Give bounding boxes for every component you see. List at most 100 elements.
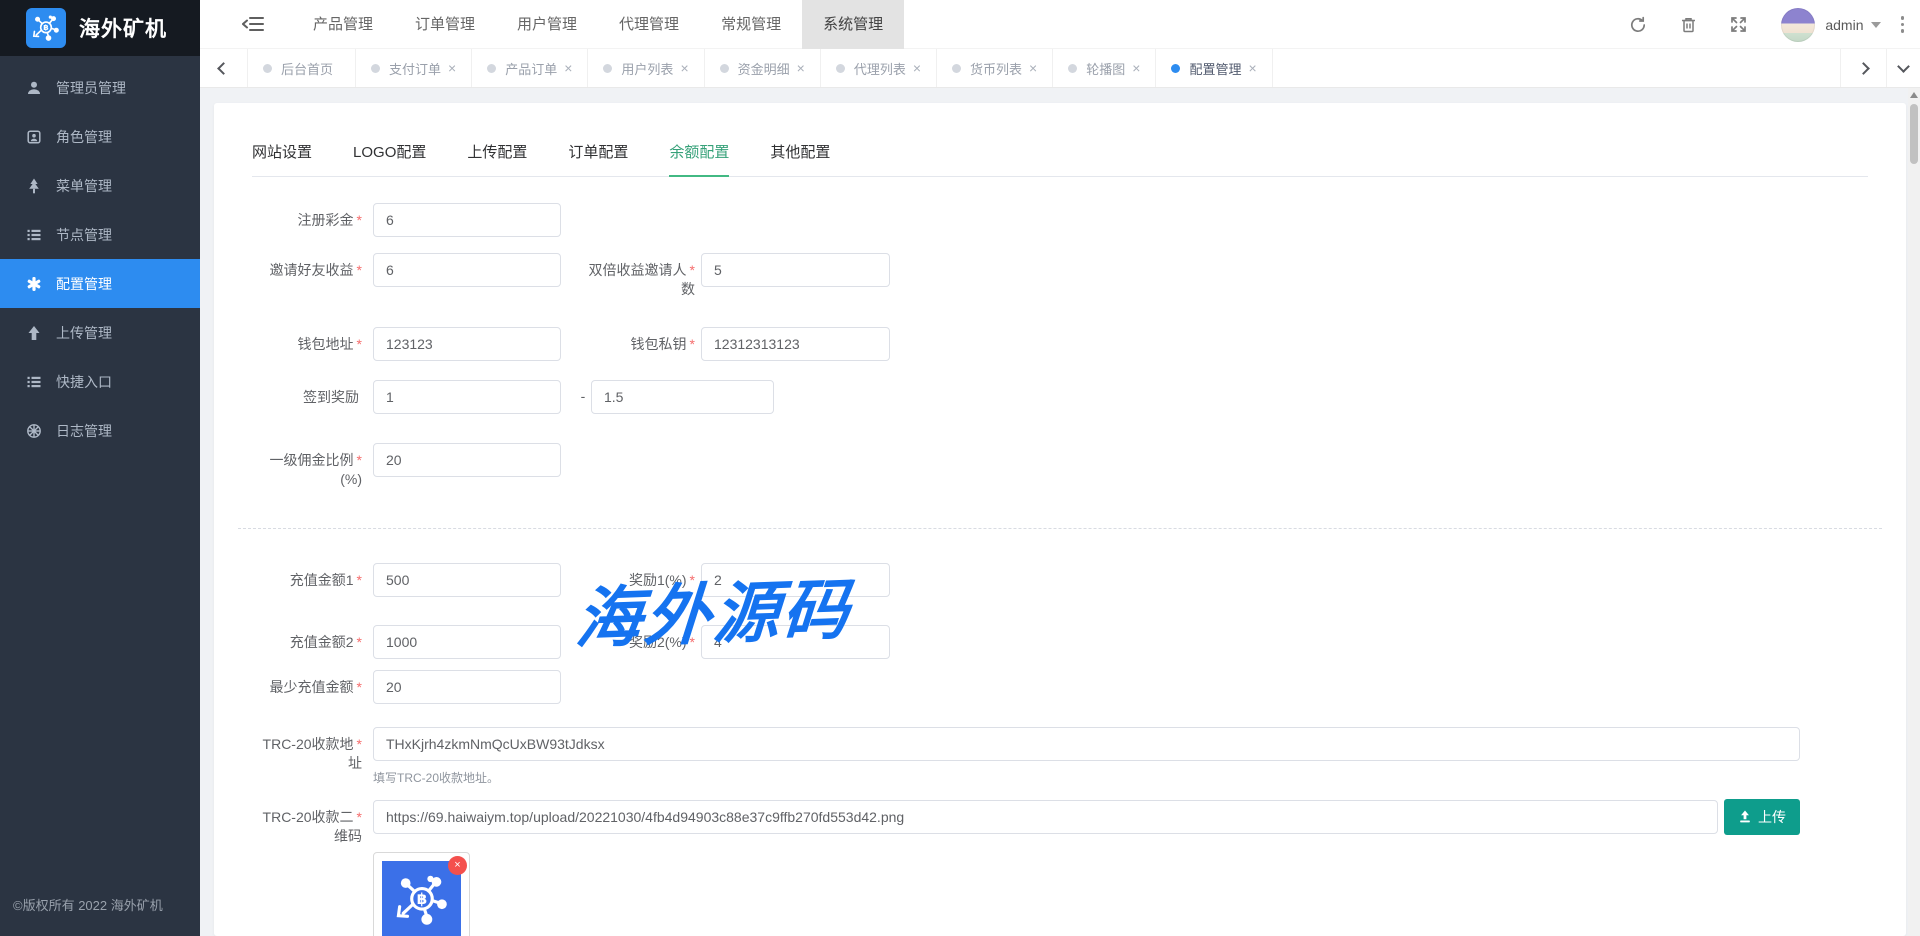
sidebar-menu: 管理员管理 角色管理 菜单管理 节点管理 [0, 56, 200, 455]
logo[interactable]: 海外矿机 [0, 0, 200, 56]
more-options-icon[interactable] [1901, 16, 1905, 33]
register-bonus-input[interactable] [373, 203, 561, 237]
reward-1-input[interactable] [701, 563, 890, 597]
close-icon[interactable]: × [448, 61, 456, 75]
double-earnings-invitees-input[interactable] [701, 253, 890, 287]
sidebar-item-log-manage[interactable]: 日志管理 [0, 406, 200, 455]
menu-fold-icon[interactable] [242, 14, 264, 34]
sidebar-item-quick-entry[interactable]: 快捷入口 [0, 357, 200, 406]
sidebar-item-admin-manage[interactable]: 管理员管理 [0, 63, 200, 112]
web-globe-icon [25, 422, 42, 439]
config-tabs: 网站设置 LOGO配置 上传配置 订单配置 余额配置 其他配置 [252, 130, 1868, 177]
remove-image-icon[interactable]: × [448, 856, 467, 875]
invite-earnings-input[interactable] [373, 253, 561, 287]
tab-agent-list[interactable]: 代理列表 × [821, 49, 937, 87]
top-navbar: 产品管理 订单管理 用户管理 代理管理 常规管理 系统管理 admin [200, 0, 1920, 49]
sidebar-item-upload-manage[interactable]: 上传管理 [0, 308, 200, 357]
tab-currency-list[interactable]: 货币列表 × [937, 49, 1053, 87]
tab-config-manage[interactable]: 配置管理 × [1156, 49, 1272, 87]
sidebar-item-node-manage[interactable]: 节点管理 [0, 210, 200, 259]
tab-pay-orders[interactable]: 支付订单 × [356, 49, 472, 87]
qr-image-thumbnail[interactable]: × [373, 852, 470, 936]
close-icon[interactable]: × [1132, 61, 1140, 75]
sidebar-item-label: 快捷入口 [56, 372, 112, 392]
tab-dot [487, 64, 496, 73]
recharge-amount-2-input[interactable] [373, 625, 561, 659]
range-dash: - [573, 388, 593, 404]
commission-rate-input[interactable] [373, 443, 561, 477]
tabs-scroll-right-icon[interactable] [1840, 49, 1886, 87]
top-menu: 产品管理 订单管理 用户管理 代理管理 常规管理 系统管理 [292, 0, 904, 49]
tab-dot [952, 64, 961, 73]
tab-carousel[interactable]: 轮播图 × [1053, 49, 1156, 87]
tabs-menu-icon[interactable] [1886, 49, 1920, 87]
top-menu-general[interactable]: 常规管理 [700, 0, 802, 49]
close-icon[interactable]: × [564, 61, 572, 75]
min-recharge-amount-input[interactable] [373, 670, 561, 704]
close-icon[interactable]: × [1248, 61, 1256, 75]
close-icon[interactable]: × [913, 61, 921, 75]
tab-dot [1171, 64, 1180, 73]
arrow-up-icon [25, 324, 42, 341]
field-label: 注册彩金* [250, 203, 362, 230]
close-icon[interactable]: × [1029, 61, 1037, 75]
tab-other-config[interactable]: 其他配置 [770, 130, 830, 177]
scrollbar[interactable] [1908, 88, 1920, 936]
user-avatar[interactable] [1781, 8, 1815, 42]
tree-icon [25, 177, 42, 194]
field-label: 钱包地址* [250, 327, 362, 354]
close-icon[interactable]: × [680, 61, 688, 75]
role-badge-icon [25, 128, 42, 145]
scrollbar-up-arrow[interactable] [1910, 92, 1918, 98]
chevron-down-icon[interactable] [1871, 22, 1881, 28]
wallet-address-input[interactable] [373, 327, 561, 361]
config-card: 网站设置 LOGO配置 上传配置 订单配置 余额配置 其他配置 注册彩金* 邀请… [214, 103, 1906, 936]
signin-reward-min-input[interactable] [373, 380, 561, 414]
fullscreen-icon[interactable] [1729, 16, 1747, 34]
top-menu-user[interactable]: 用户管理 [496, 0, 598, 49]
trc20-qrcode-url-input[interactable] [373, 800, 1718, 834]
field-label: 奖励2(%)* [585, 625, 695, 652]
sidebar-item-menu-manage[interactable]: 菜单管理 [0, 161, 200, 210]
sidebar-item-config-manage[interactable]: 配置管理 [0, 259, 200, 308]
tab-site-settings[interactable]: 网站设置 [252, 130, 312, 177]
reward-2-input[interactable] [701, 625, 890, 659]
field-label: 邀请好友收益* [250, 253, 362, 280]
field-label: 双倍收益邀请人*数 [585, 253, 695, 299]
sidebar-item-role-manage[interactable]: 角色管理 [0, 112, 200, 161]
tab-upload-config[interactable]: 上传配置 [467, 130, 527, 177]
tab-dashboard[interactable]: 后台首页 [248, 49, 356, 87]
username-dropdown[interactable]: admin [1825, 17, 1863, 33]
sidebar-item-label: 节点管理 [56, 225, 112, 245]
refresh-icon[interactable] [1629, 16, 1647, 34]
tab-dot [836, 64, 845, 73]
top-menu-order[interactable]: 订单管理 [394, 0, 496, 49]
trash-icon[interactable] [1679, 16, 1697, 34]
tab-logo-config[interactable]: LOGO配置 [353, 130, 426, 177]
top-menu-product[interactable]: 产品管理 [292, 0, 394, 49]
recharge-amount-1-input[interactable] [373, 563, 561, 597]
tab-balance-config[interactable]: 余额配置 [669, 130, 729, 177]
trc20-address-input[interactable] [373, 727, 1800, 761]
brand-coin-network-icon [26, 8, 66, 48]
field-label: 充值金额1* [250, 563, 362, 590]
wallet-private-key-input[interactable] [701, 327, 890, 361]
list-icon [25, 226, 42, 243]
close-icon[interactable]: × [797, 61, 805, 75]
tab-fund-detail[interactable]: 资金明细 × [705, 49, 821, 87]
tab-product-orders[interactable]: 产品订单 × [472, 49, 588, 87]
qr-image: × [382, 861, 461, 936]
upload-button[interactable]: 上传 [1724, 799, 1800, 835]
top-menu-agent[interactable]: 代理管理 [598, 0, 700, 49]
tab-dot [720, 64, 729, 73]
signin-reward-max-input[interactable] [591, 380, 774, 414]
tab-user-list[interactable]: 用户列表 × [588, 49, 704, 87]
tabs-scroll-left-icon[interactable] [200, 49, 248, 87]
sidebar-item-label: 管理员管理 [56, 78, 126, 98]
top-menu-system[interactable]: 系统管理 [802, 0, 904, 49]
scrollbar-thumb[interactable] [1910, 104, 1918, 164]
trc20-address-help: 填写TRC-20收款地址。 [373, 769, 499, 786]
tab-order-config[interactable]: 订单配置 [568, 130, 628, 177]
tab-dot [603, 64, 612, 73]
field-label: 奖励1(%)* [585, 563, 695, 590]
